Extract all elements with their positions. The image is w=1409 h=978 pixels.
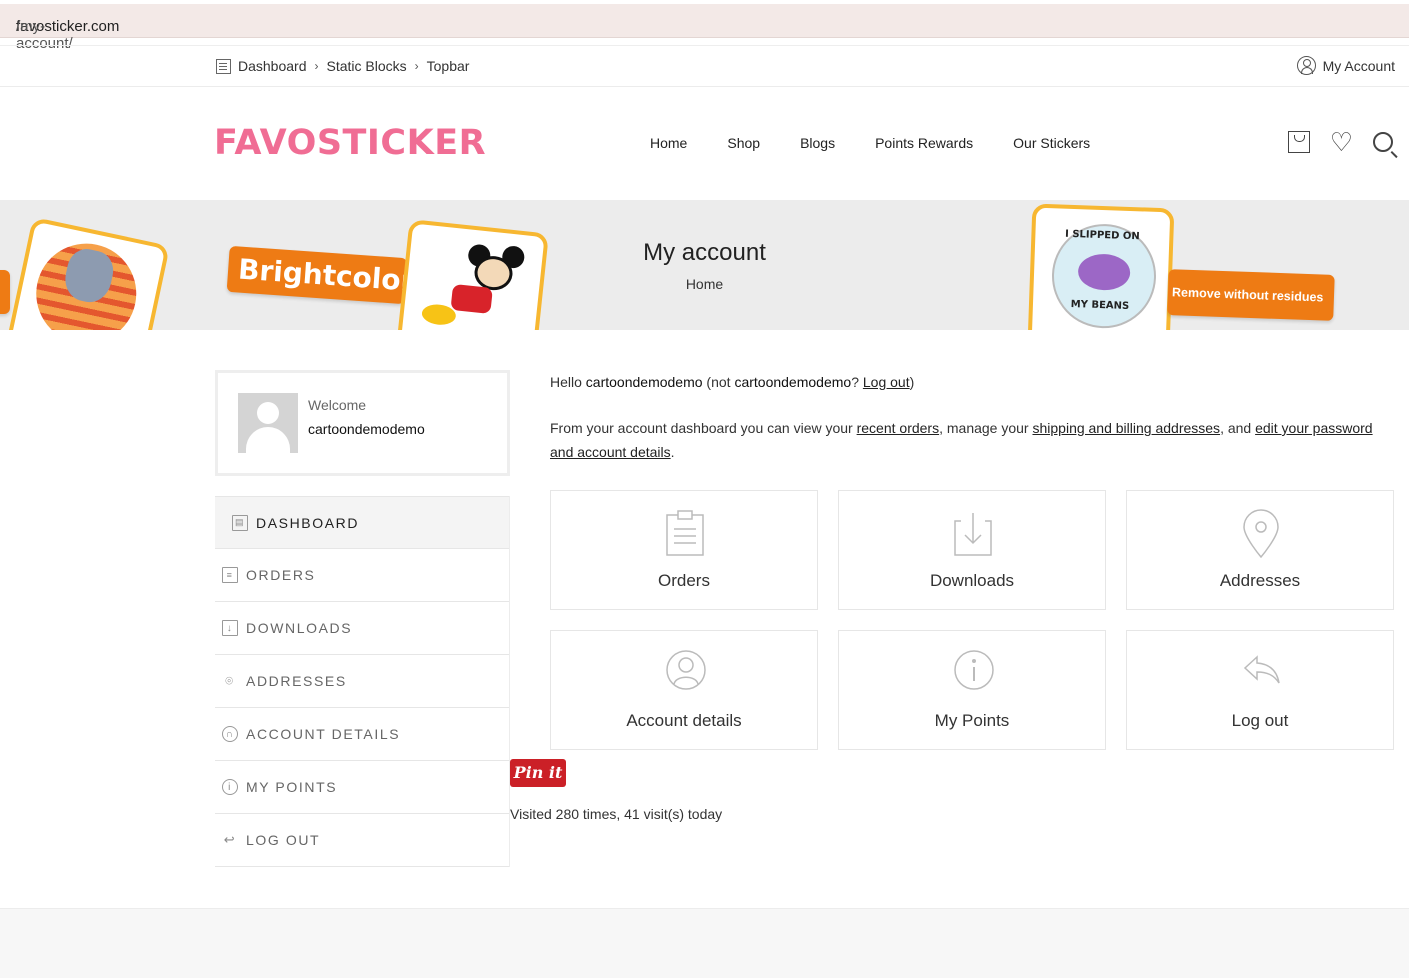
tile-label: Addresses [1219, 571, 1301, 590]
welcome-card: Welcome cartoondemodemo [215, 370, 510, 476]
menu-item-downloads[interactable]: ↓ DOWNLOADS [215, 602, 509, 655]
tile-my-points[interactable]: My Points [838, 630, 1106, 750]
download-icon: ↓ [222, 620, 238, 636]
download-icon [954, 513, 992, 556]
tile-account-details[interactable]: Account details [550, 630, 818, 750]
dashboard-intro: From your account dashboard you can view… [550, 420, 1373, 460]
tile-addresses[interactable]: Addresses [1126, 490, 1394, 610]
recent-orders-link[interactable]: recent orders [857, 420, 939, 436]
breadcrumb-topbar: Topbar [426, 58, 470, 74]
visit-counter: Visited 280 times, 41 visit(s) today [510, 806, 723, 822]
chevron-right-icon: › [314, 59, 319, 73]
nav-our-stickers[interactable]: Our Stickers [1013, 135, 1090, 151]
breadcrumb-dashboard[interactable]: Dashboard [238, 58, 307, 74]
welcome-label: Welcome [308, 397, 367, 413]
tile-label: My Points [934, 711, 1010, 730]
my-account-label: My Account [1322, 57, 1395, 74]
tile-orders[interactable]: Orders [550, 490, 818, 610]
welcome-username: cartoondemodemo [308, 421, 425, 437]
footer [0, 908, 1409, 978]
breadcrumb-static-blocks[interactable]: Static Blocks [327, 58, 407, 74]
tile-label: Orders [658, 571, 710, 590]
page-banner: Brightcolor My account Home I SLIPPED ON… [0, 200, 1409, 330]
logout-link[interactable]: Log out [863, 374, 910, 390]
my-account-link[interactable]: My Account [1296, 56, 1395, 75]
nav-home[interactable]: Home [650, 135, 687, 151]
info-icon [954, 650, 994, 690]
sticker-image-mickey [395, 219, 549, 330]
tile-log-out[interactable]: Log out [1126, 630, 1394, 750]
menu-item-account-details[interactable]: ∩ ACCOUNT DETAILS [215, 708, 509, 761]
dashboard-icon [216, 58, 231, 74]
sticker-image-beans: I SLIPPED ON MY BEANS [1027, 203, 1175, 330]
clipboard-icon: ≡ [222, 567, 238, 583]
site-logo[interactable]: FAVOSTICKER [214, 123, 486, 163]
main-nav: Home Shop Blogs Points Rewards Our Stick… [650, 135, 1130, 151]
clipboard-icon [666, 510, 704, 556]
user-icon [666, 650, 706, 690]
location-pin-icon: ⌾ [225, 673, 235, 688]
search-icon[interactable] [1373, 132, 1393, 152]
menu-item-log-out[interactable]: ↩ LOG OUT [215, 814, 509, 867]
breadcrumb: Dashboard › Static Blocks › Topbar [216, 58, 469, 74]
header-icons: ♡ [1287, 129, 1393, 155]
tile-downloads[interactable]: Downloads [838, 490, 1106, 610]
nav-shop[interactable]: Shop [727, 135, 760, 151]
account-menu: ▤ DASHBOARD ≡ ORDERS ↓ DOWNLOADS ⌾ ADDRE… [215, 496, 510, 867]
nav-points-rewards[interactable]: Points Rewards [875, 135, 973, 151]
address-bar[interactable]: favosticker.com/my-account/ [0, 4, 1409, 52]
sticker-remove-without-residues: Remove without residues [1167, 269, 1335, 321]
reply-icon: ↩ [223, 832, 237, 847]
hello-text: Hello cartoondemodemo (not cartoondemode… [550, 374, 915, 390]
cart-icon[interactable] [1287, 131, 1310, 153]
site-header: FAVOSTICKER Home Shop Blogs Points Rewar… [0, 87, 1409, 200]
nav-blogs[interactable]: Blogs [800, 135, 835, 151]
tile-label: Account details [626, 711, 742, 730]
location-pin-icon [1243, 509, 1279, 559]
menu-item-dashboard[interactable]: ▤ DASHBOARD [215, 496, 509, 549]
user-icon [1296, 56, 1316, 75]
menu-item-addresses[interactable]: ⌾ ADDRESSES [215, 655, 509, 708]
reply-icon [1243, 655, 1280, 684]
info-icon: i [222, 779, 238, 795]
menu-item-my-points[interactable]: i MY POINTS [215, 761, 509, 814]
wishlist-heart-icon[interactable]: ♡ [1330, 129, 1353, 155]
tile-label: Log out [1231, 711, 1289, 730]
pinterest-pin-button[interactable]: Pin it [510, 759, 566, 787]
chevron-right-icon: › [414, 59, 419, 73]
menu-item-orders[interactable]: ≡ ORDERS [215, 549, 509, 602]
dashboard-icon: ▤ [232, 514, 248, 531]
addresses-link[interactable]: shipping and billing addresses [1032, 420, 1220, 436]
user-icon: ∩ [222, 726, 238, 742]
page-title: My account [643, 239, 766, 266]
tile-label: Downloads [929, 571, 1015, 590]
sticker-image-dog [6, 216, 170, 330]
admin-topbar: Dashboard › Static Blocks › Topbar My Ac… [0, 45, 1409, 87]
avatar [238, 393, 298, 453]
